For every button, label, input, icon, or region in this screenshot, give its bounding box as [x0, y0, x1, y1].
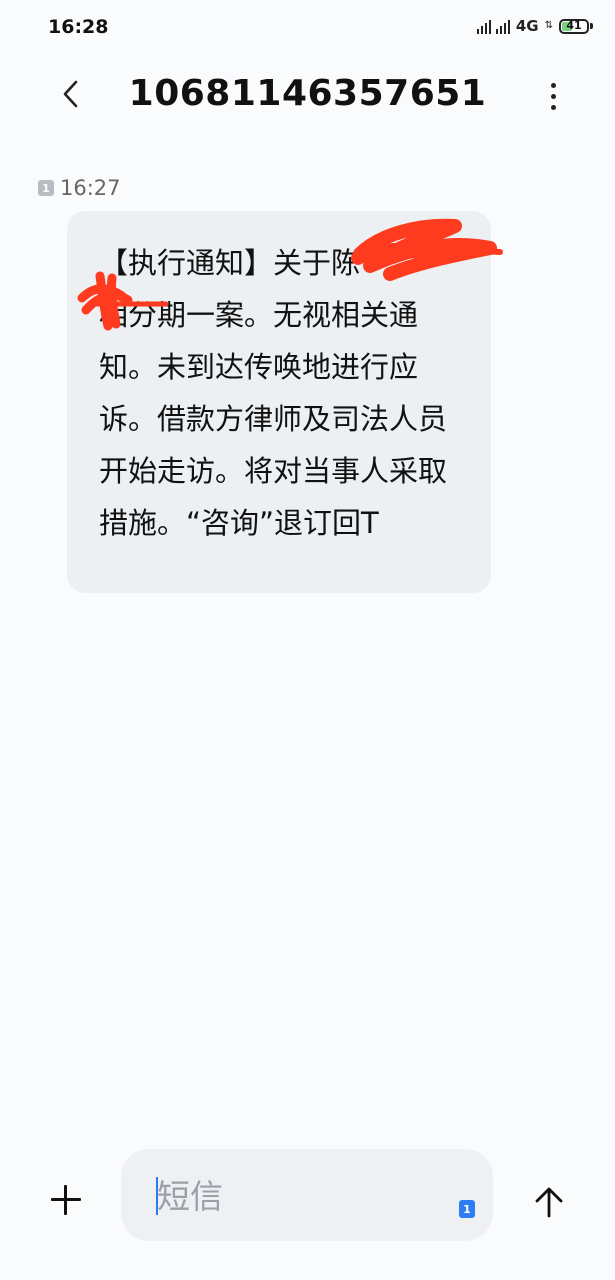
send-button[interactable] [531, 1184, 567, 1220]
battery-percent: 41 [566, 18, 582, 32]
network-type: 4G [515, 17, 539, 35]
battery-tip [590, 23, 593, 29]
status-bar: 16:28 4G ⇅ 41 [0, 0, 615, 52]
message-meta: 1 16:27 [38, 176, 121, 200]
sms-input[interactable] [157, 1171, 437, 1221]
add-attachment-button[interactable] [48, 1182, 84, 1218]
battery-icon: 41 [559, 18, 589, 34]
conversation-header: 10681146357651 [0, 60, 615, 132]
message-body: 【执行通知】关于陈 相分期一案。无视相关通知。未到达传唤地进行应诉。借款方律师及… [99, 246, 515, 540]
contact-title: 10681146357651 [128, 73, 487, 114]
status-indicators: 4G ⇅ 41 [476, 17, 593, 35]
message-time: 16:27 [60, 176, 121, 200]
signal-icon [476, 18, 510, 34]
sim-badge: 1 [38, 180, 54, 196]
message-bubble[interactable]: 【执行通知】关于陈 相分期一案。无视相关通知。未到达传唤地进行应诉。借款方律师及… [67, 211, 514, 593]
status-time: 16:28 [48, 16, 109, 38]
message-composer: 1 [121, 1149, 493, 1241]
send-arrow-icon [535, 1187, 563, 1218]
data-arrows-icon: ⇅ [544, 20, 553, 31]
sim-select-chip[interactable]: 1 [459, 1200, 475, 1218]
more-options-icon[interactable] [541, 76, 565, 116]
